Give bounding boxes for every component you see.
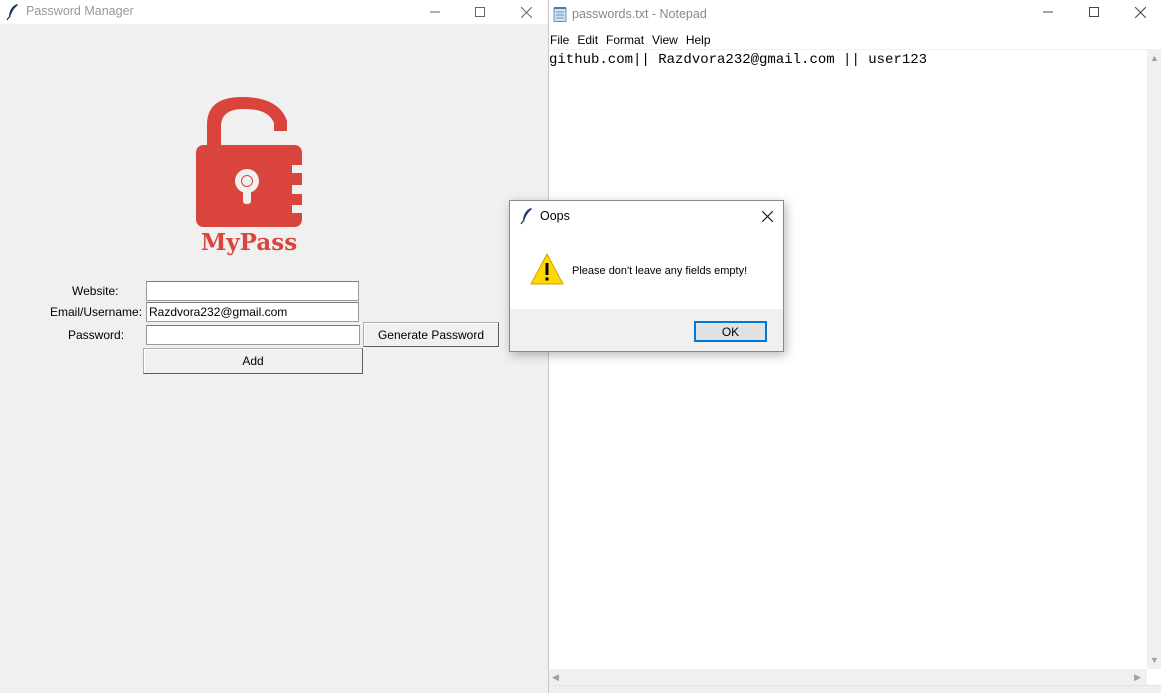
notepad-title: passwords.txt - Notepad (572, 7, 707, 21)
pm-maximize-button[interactable] (457, 0, 503, 24)
notepad-app-icon (553, 7, 567, 22)
tk-feather-icon (6, 4, 18, 21)
menu-help[interactable]: Help (685, 31, 718, 49)
notepad-text-area[interactable]: github.com|| Razdvora232@gmail.com || us… (549, 49, 1147, 669)
notepad-menubar: File Edit Format View Help (549, 31, 718, 49)
add-button[interactable]: Add (143, 348, 363, 374)
close-icon (520, 6, 532, 18)
maximize-icon (475, 7, 485, 17)
notepad-close-button[interactable] (1117, 0, 1161, 24)
maximize-icon (1089, 7, 1099, 17)
email-label: Email/Username: (50, 305, 143, 319)
dialog-title: Oops (540, 209, 570, 223)
menu-view[interactable]: View (651, 31, 685, 49)
password-manager-titlebar[interactable]: Password Manager (0, 0, 548, 24)
warning-icon (530, 253, 564, 285)
dialog-footer: OK (510, 309, 783, 351)
logo-text: MyPass (201, 229, 297, 256)
close-icon (1134, 6, 1146, 18)
minimize-icon (1043, 11, 1053, 13)
notepad-maximize-button[interactable] (1071, 0, 1117, 24)
minimize-icon (430, 11, 440, 13)
ok-button[interactable]: OK (694, 321, 767, 342)
dialog-body: Please don't leave any fields empty! (510, 231, 783, 309)
scroll-down-icon[interactable]: ▼ (1150, 655, 1159, 665)
tk-feather-icon (520, 208, 532, 225)
notepad-minimize-button[interactable] (1025, 0, 1071, 24)
notepad-statusbar (549, 685, 1161, 693)
pm-minimize-button[interactable] (412, 0, 458, 24)
oops-dialog: Oops Please don't leave any fields empty… (509, 200, 784, 352)
menu-format[interactable]: Format (605, 31, 651, 49)
password-manager-title: Password Manager (26, 4, 134, 18)
dialog-close-button[interactable] (757, 206, 777, 226)
close-icon (761, 210, 773, 222)
password-label: Password: (68, 328, 125, 342)
mypass-logo-lock-icon: MyPass (196, 97, 302, 256)
website-input[interactable] (146, 281, 359, 301)
notepad-titlebar[interactable]: passwords.txt - Notepad (549, 0, 1161, 24)
menu-edit[interactable]: Edit (576, 31, 605, 49)
pm-close-button[interactable] (503, 0, 549, 24)
scroll-up-icon[interactable]: ▲ (1150, 53, 1159, 63)
email-input[interactable]: Razdvora232@gmail.com (146, 302, 359, 322)
website-label: Website: (72, 284, 119, 298)
notepad-content: github.com|| Razdvora232@gmail.com || us… (549, 52, 928, 68)
generate-password-button[interactable]: Generate Password (363, 322, 499, 347)
password-input[interactable] (146, 325, 360, 345)
menu-file[interactable]: File (549, 31, 576, 49)
scroll-right-icon[interactable]: ▶ (1134, 672, 1141, 683)
vertical-scrollbar[interactable]: ▲ ▼ (1147, 49, 1161, 669)
dialog-message: Please don't leave any fields empty! (572, 265, 748, 277)
horizontal-scrollbar[interactable]: ◀ ▶ (549, 669, 1147, 685)
scroll-left-icon[interactable]: ◀ (552, 672, 559, 683)
dialog-titlebar[interactable]: Oops (510, 201, 783, 231)
password-manager-window: Password Manager MyPass Website: Email/U… (0, 0, 549, 693)
